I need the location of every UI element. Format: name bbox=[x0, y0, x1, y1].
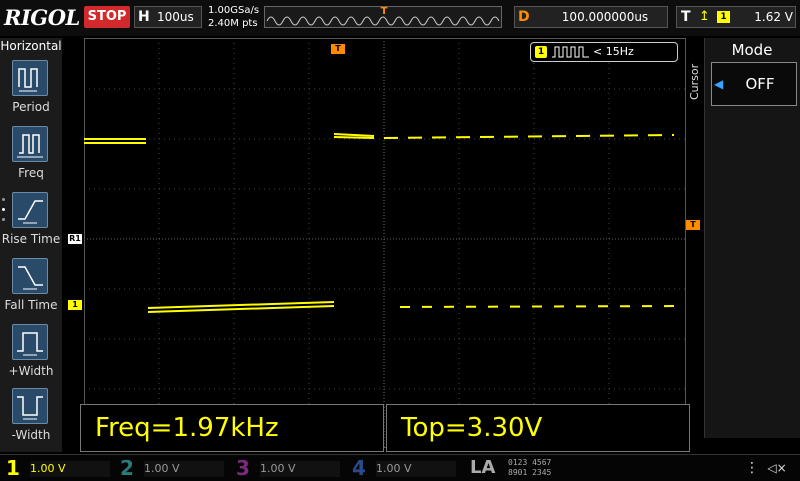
channel-bar: 1 1.00 V 2 1.00 V 3 1.00 V 4 1.00 V bbox=[0, 454, 800, 481]
menu-page-dots bbox=[2, 198, 6, 228]
channel-1-trace bbox=[84, 133, 685, 313]
counter-value: < 15Hz bbox=[593, 45, 634, 58]
channel-1-number: 1 bbox=[6, 456, 20, 480]
channel-1-offset-marker[interactable]: 1 bbox=[68, 300, 82, 310]
memory-depth: 2.40M pts bbox=[208, 18, 258, 29]
pulse-train-icon bbox=[552, 46, 589, 58]
cursor-mode-button[interactable]: ◀ OFF bbox=[711, 62, 797, 106]
trigger-box[interactable]: T ↥ 1 1.62 V bbox=[676, 6, 796, 28]
menu-item-fall-time[interactable]: Fall Time bbox=[0, 254, 62, 318]
plus-width-icon bbox=[12, 324, 48, 360]
menu-label-plus-width: +Width bbox=[8, 364, 54, 378]
digital-channel-indicator[interactable]: 0123 4567 8901 2345 bbox=[508, 458, 600, 478]
channel-4-number: 4 bbox=[352, 456, 366, 480]
speaker-muted-icon[interactable]: ◁× bbox=[766, 458, 788, 478]
menu-item-rise-time[interactable]: Rise Time bbox=[0, 188, 62, 252]
menu-item-freq[interactable]: Freq bbox=[0, 122, 62, 186]
top-status-bar: RIGOL STOP H 100us 1.00GSa/s 2.40M pts T… bbox=[0, 0, 800, 36]
timebase-value: 100us bbox=[157, 10, 194, 24]
measurement-top-text: Top=3.30V bbox=[401, 413, 543, 443]
cursor-mode-title: Mode bbox=[731, 41, 773, 59]
logic-analyzer-button[interactable]: LA bbox=[470, 458, 504, 478]
timebase-box[interactable]: H 100us bbox=[134, 6, 202, 28]
trigger-source-badge: 1 bbox=[717, 11, 730, 23]
channel-4-scale: 1.00 V bbox=[376, 461, 456, 477]
channel-2-slot[interactable]: 2 1.00 V bbox=[116, 457, 228, 479]
channel-2-number: 2 bbox=[120, 456, 134, 480]
channel-3-scale: 1.00 V bbox=[260, 461, 340, 477]
digital-row-1: 0123 4567 bbox=[508, 458, 552, 467]
menu-label-freq: Freq bbox=[18, 166, 44, 180]
delay-value: 100.000000us bbox=[561, 10, 649, 24]
menu-title: Horizontal bbox=[0, 39, 62, 53]
usb-icon: ⋮ bbox=[745, 460, 759, 476]
menu-item-period[interactable]: Period bbox=[0, 56, 62, 120]
trigger-level-marker[interactable]: T bbox=[686, 220, 700, 230]
horizontal-measure-menu: Horizontal Period Freq Rise Time Fall Ti… bbox=[0, 38, 62, 452]
sample-rate: 1.00GSa/s bbox=[208, 5, 260, 16]
trigger-letter: T bbox=[681, 9, 691, 25]
menu-label-minus-width: -Width bbox=[11, 428, 51, 442]
rising-edge-icon: ↥ bbox=[699, 9, 710, 24]
channel-1-slot[interactable]: 1 1.00 V bbox=[2, 457, 114, 479]
waveform-grid[interactable] bbox=[84, 38, 686, 448]
counter-source-badge: 1 bbox=[535, 46, 547, 58]
channel-2-scale: 1.00 V bbox=[144, 461, 224, 477]
timebase-letter: H bbox=[138, 9, 150, 25]
menu-label-rise-time: Rise Time bbox=[1, 232, 61, 246]
menu-item-minus-width[interactable]: -Width bbox=[0, 384, 62, 448]
reference-marker[interactable]: R1 bbox=[68, 234, 82, 244]
trigger-position-marker: T bbox=[380, 6, 388, 17]
minus-width-icon bbox=[12, 388, 48, 424]
channel-4-slot[interactable]: 4 1.00 V bbox=[348, 457, 460, 479]
digital-row-2: 8901 2345 bbox=[508, 468, 552, 477]
rise-time-icon bbox=[12, 192, 48, 228]
cursor-menu: Mode ◀ OFF bbox=[704, 38, 800, 438]
trigger-level: 1.62 V bbox=[754, 10, 793, 24]
period-icon bbox=[12, 60, 48, 96]
channel-3-slot[interactable]: 3 1.00 V bbox=[232, 457, 344, 479]
frequency-counter[interactable]: 1 < 15Hz bbox=[530, 42, 678, 62]
cursor-menu-label: Cursor bbox=[688, 63, 701, 101]
measurement-freq-text: Freq=1.97kHz bbox=[95, 413, 279, 443]
run-stop-indicator[interactable]: STOP bbox=[84, 6, 130, 28]
menu-label-period: Period bbox=[12, 100, 50, 114]
channel-1-scale: 1.00 V bbox=[30, 461, 110, 477]
freq-icon bbox=[12, 126, 48, 162]
fall-time-icon bbox=[12, 258, 48, 294]
channel-3-number: 3 bbox=[236, 456, 250, 480]
menu-label-fall-time: Fall Time bbox=[4, 298, 58, 312]
cursor-mode-value: OFF bbox=[745, 75, 775, 93]
menu-item-plus-width[interactable]: +Width bbox=[0, 320, 62, 384]
rigol-logo: RIGOL bbox=[4, 5, 80, 30]
trigger-position-marker-grid[interactable]: T bbox=[331, 44, 345, 54]
measurement-top[interactable]: Top=3.30V bbox=[386, 404, 690, 452]
left-arrow-icon: ◀ bbox=[714, 77, 724, 91]
delay-letter: D bbox=[518, 9, 530, 25]
delay-box[interactable]: D 100.000000us bbox=[514, 6, 668, 28]
measurement-freq[interactable]: Freq=1.97kHz bbox=[80, 404, 384, 452]
